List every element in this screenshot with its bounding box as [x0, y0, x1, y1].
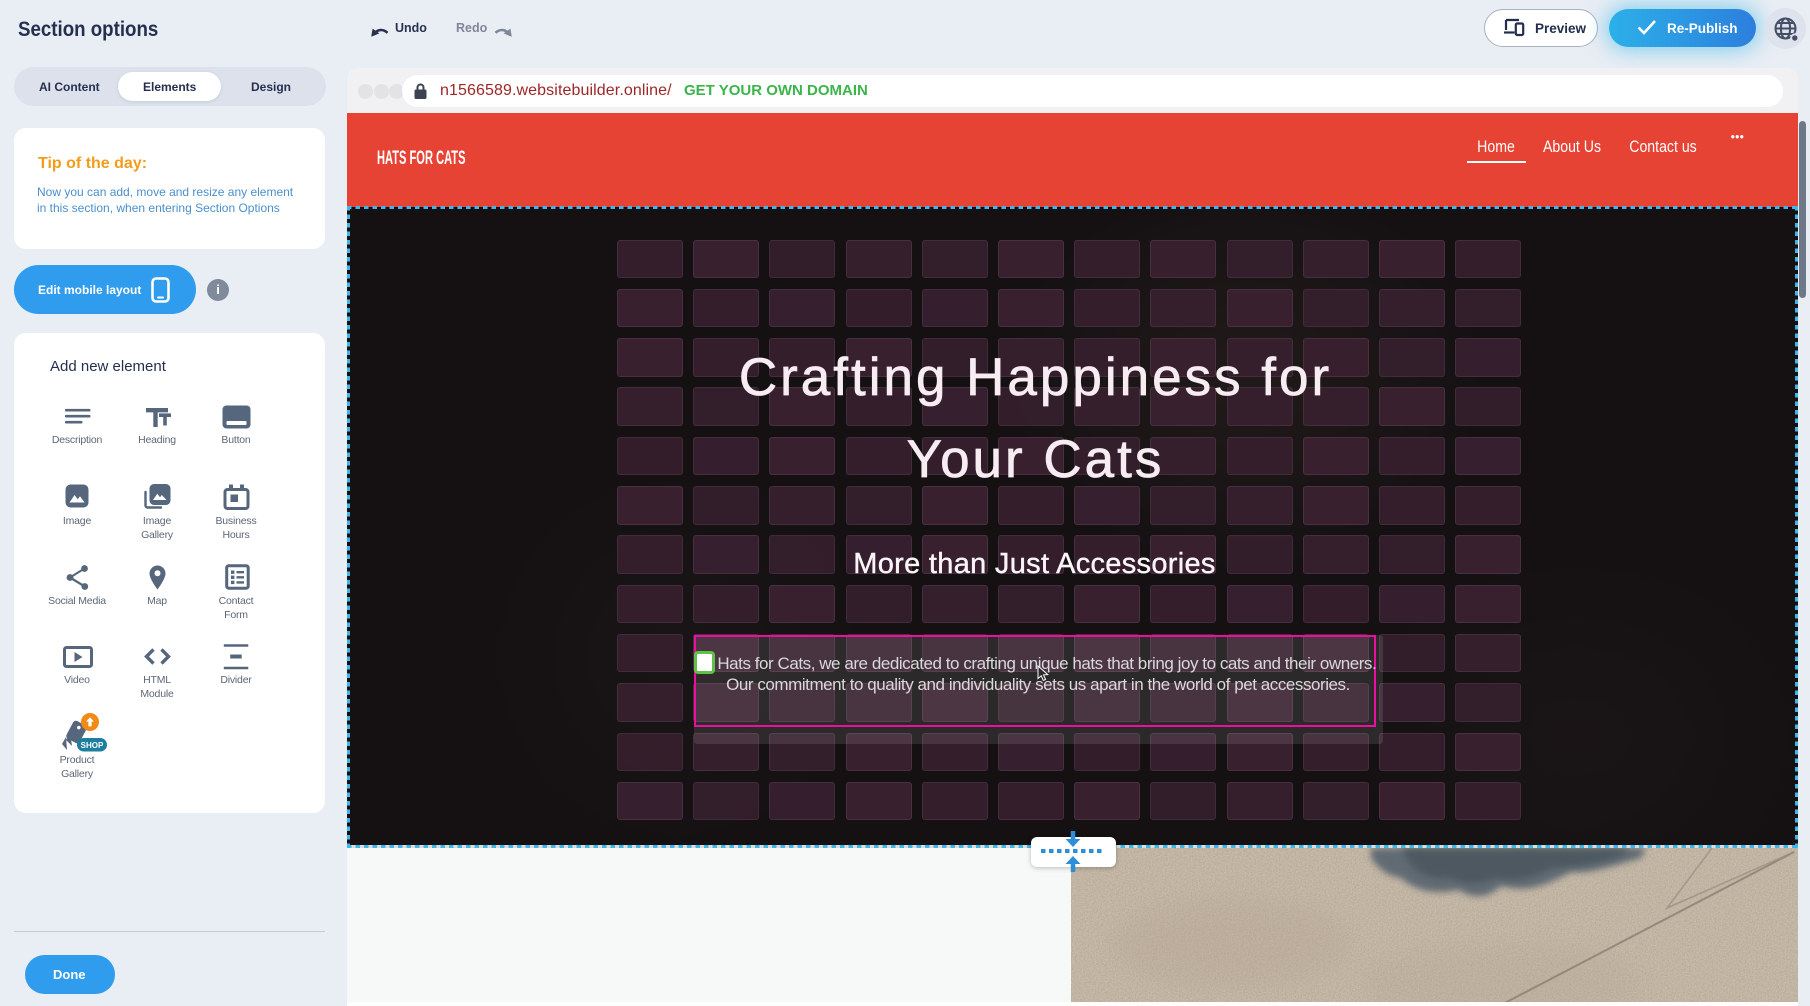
svg-text:SHOP: SHOP [81, 741, 104, 750]
